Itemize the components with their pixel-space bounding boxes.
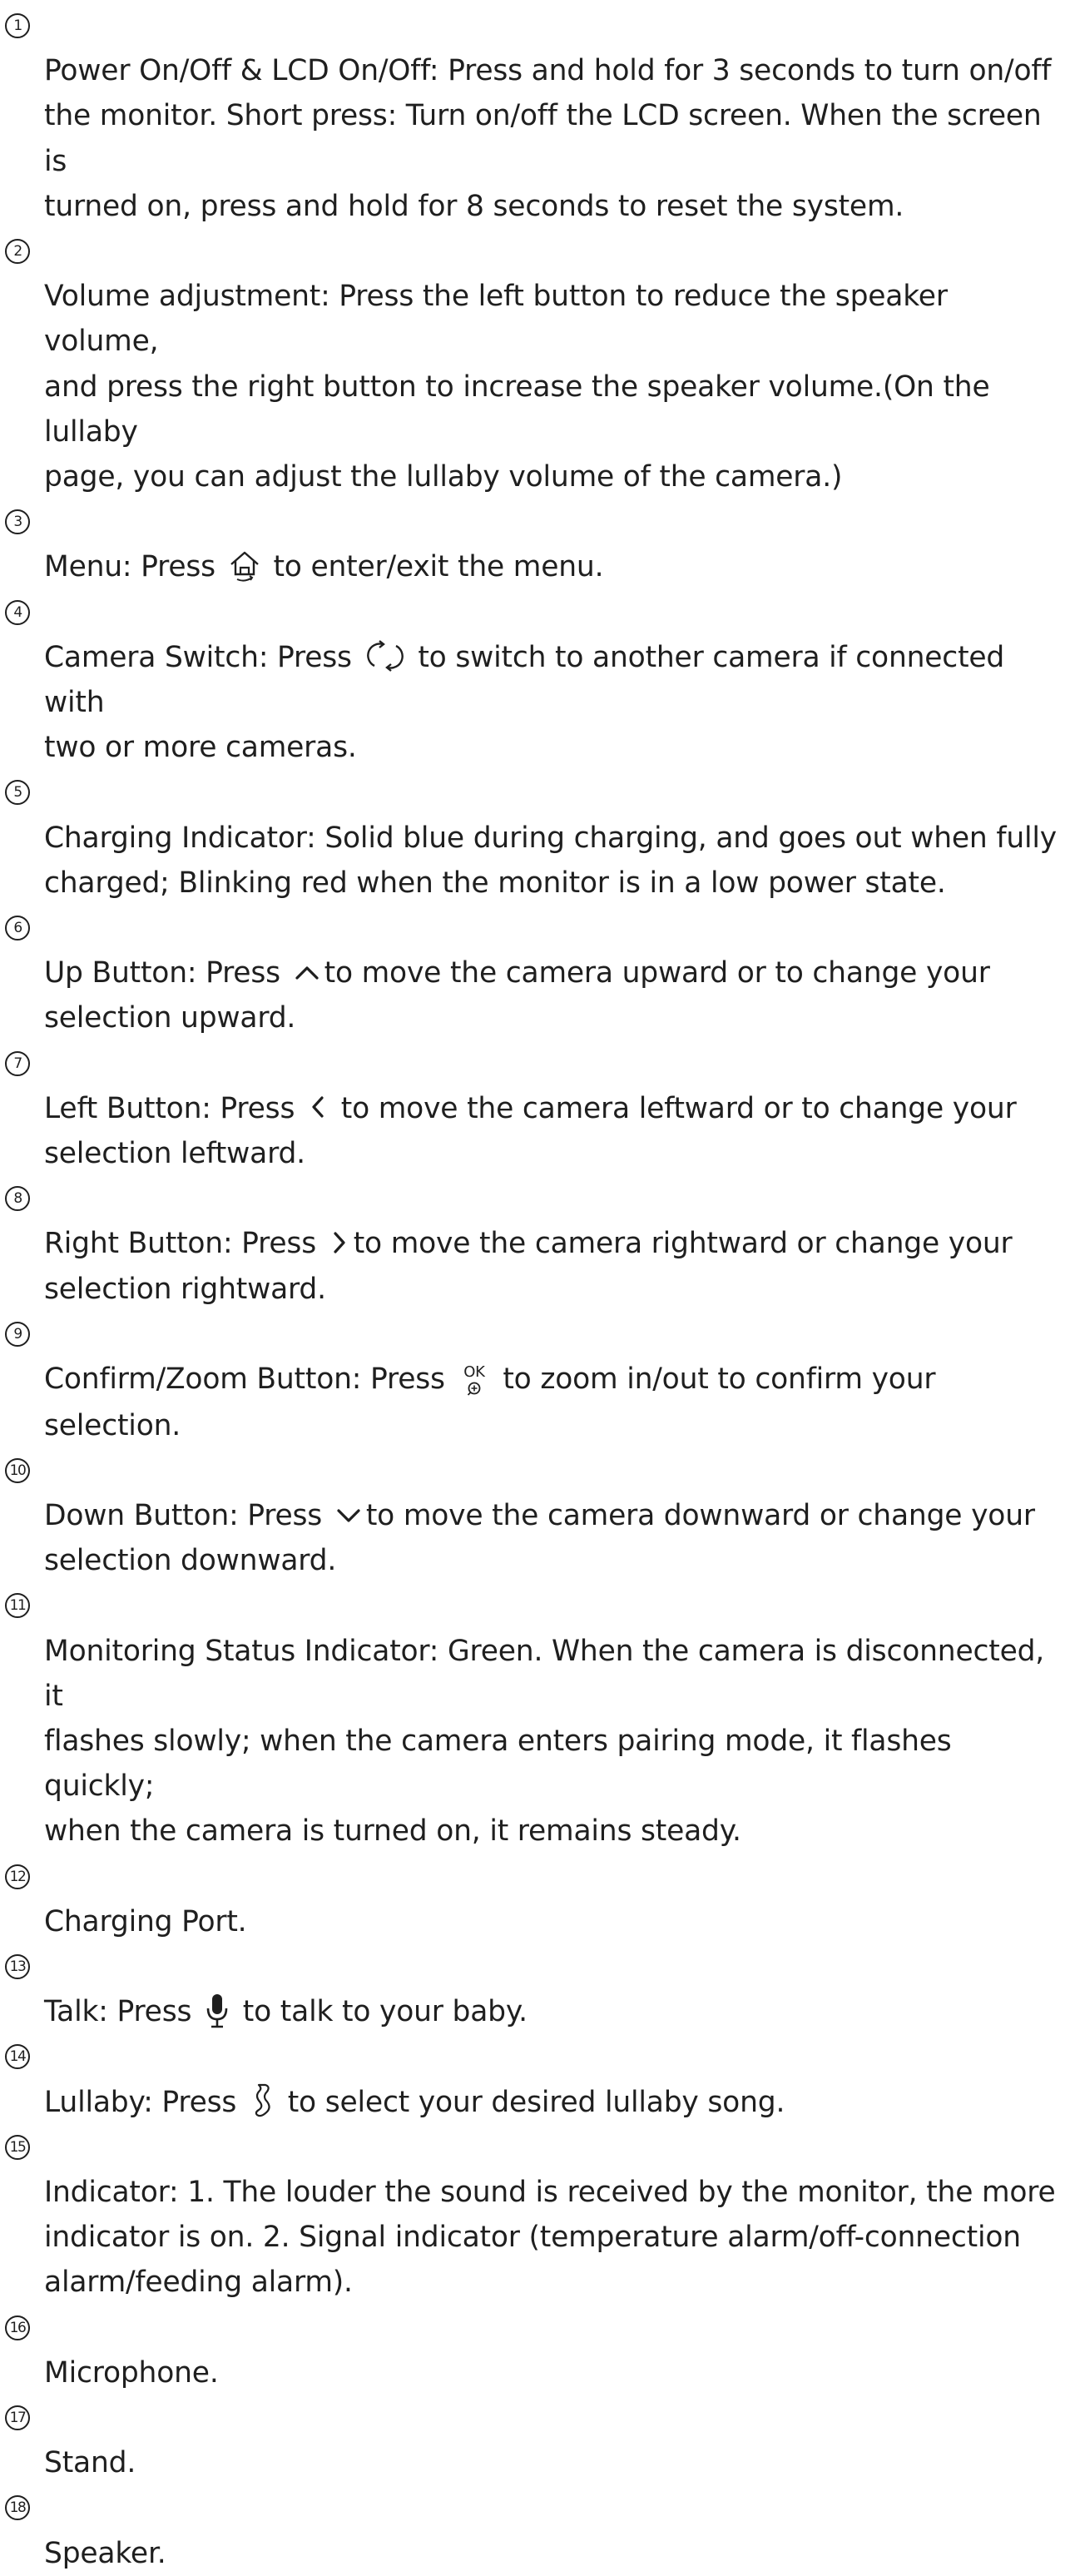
list-item-microphone: 16 Microphone. <box>0 2305 1065 2395</box>
item-number: 4 <box>5 599 30 625</box>
item-number: 16 <box>5 2315 30 2340</box>
item-text-before: Lullaby: Press <box>44 2085 245 2119</box>
list-item-left-button: 7 Left Button: Press to move the camera l… <box>0 1041 1065 1177</box>
item-number: 1 <box>5 13 30 38</box>
item-number: 14 <box>5 2044 30 2070</box>
switch-icon <box>364 638 406 674</box>
item-text: Speaker. <box>44 2536 166 2570</box>
list-item-volume: 2 Volume adjustment: Press the left butto… <box>0 229 1065 499</box>
chevron-down-icon <box>334 1502 363 1527</box>
list-item-menu: 3 Menu: Press to enter/exit the menu. <box>0 499 1065 589</box>
item-text-before: Left Button: Press <box>44 1091 304 1125</box>
ok-zoom-icon: OK <box>458 1358 491 1403</box>
item-text: Monitoring Status Indicator: Green. When… <box>44 1634 1045 1849</box>
item-text-before: Camera Switch: Press <box>44 640 361 674</box>
microphone-icon <box>204 1992 230 2030</box>
list-item-charging-indicator: 5 Charging Indicator: Solid blue during c… <box>0 770 1065 906</box>
list-item-camera-switch: 4 Camera Switch: Press to switch to anoth… <box>0 590 1065 771</box>
item-text-after: to select your desired lullaby song. <box>278 2085 785 2119</box>
item-number: 17 <box>5 2405 30 2431</box>
lullaby-icon <box>249 2082 275 2120</box>
home-icon <box>228 548 261 584</box>
item-text-before: Right Button: Press <box>44 1227 325 1261</box>
item-text-before: Confirm/Zoom Button: Press <box>44 1362 454 1397</box>
item-number: 3 <box>5 509 30 535</box>
item-number: 6 <box>5 916 30 941</box>
list-item-monitoring-status: 11 Monitoring Status Indicator: Green. Wh… <box>0 1583 1065 1854</box>
chevron-left-icon <box>307 1093 329 1121</box>
item-text-before: Down Button: Press <box>44 1499 331 1532</box>
ok-label: OK <box>463 1363 486 1381</box>
item-number: 8 <box>5 1186 30 1212</box>
list-item-stand: 17 Stand. <box>0 2395 1065 2485</box>
list-item-indicator: 15 Indicator: 1. The louder the sound is … <box>0 2125 1065 2305</box>
list-item-confirm-zoom: 9 Confirm/Zoom Button: Press OK to zoom i… <box>0 1312 1065 1448</box>
list-item-speaker: 18 Speaker. <box>0 2485 1065 2575</box>
instruction-list: 1 Power On/Off & LCD On/Off: Press and ho… <box>0 3 1065 2576</box>
item-text: Power On/Off & LCD On/Off: Press and hol… <box>44 54 1052 223</box>
item-text: Volume adjustment: Press the left button… <box>44 280 990 494</box>
list-item-lullaby: 14 Lullaby: Press to select your desired … <box>0 2034 1065 2124</box>
item-number: 5 <box>5 780 30 806</box>
chevron-right-icon <box>329 1228 350 1257</box>
item-text: Charging Indicator: Solid blue during ch… <box>44 821 1057 900</box>
list-item-charging-port: 12 Charging Port. <box>0 1854 1065 1944</box>
chevron-up-icon <box>293 960 321 985</box>
item-text: Stand. <box>44 2446 136 2480</box>
list-item-up-button: 6 Up Button: Press to move the camera upw… <box>0 906 1065 1041</box>
item-text-after: to talk to your baby. <box>234 1995 528 2029</box>
item-number: 18 <box>5 2495 30 2521</box>
item-number: 2 <box>5 239 30 265</box>
list-item-talk: 13 Talk: Press to talk to your baby. <box>0 1944 1065 2034</box>
item-number: 7 <box>5 1050 30 1076</box>
item-number: 13 <box>5 1954 30 1980</box>
list-item-power: 1 Power On/Off & LCD On/Off: Press and ho… <box>0 3 1065 229</box>
item-text-after: to enter/exit the menu. <box>264 550 604 584</box>
list-item-down-button: 10 Down Button: Press to move the camera … <box>0 1448 1065 1584</box>
item-text-before: Menu: Press <box>44 550 225 584</box>
item-text-before: Talk: Press <box>44 1995 201 2029</box>
item-text: Charging Port. <box>44 1904 247 1938</box>
item-text: Microphone. <box>44 2355 219 2390</box>
item-text: Indicator: 1. The louder the sound is re… <box>44 2176 1056 2300</box>
item-number: 15 <box>5 2134 30 2160</box>
item-number: 9 <box>5 1321 30 1347</box>
item-number: 11 <box>5 1593 30 1619</box>
item-text-before: Up Button: Press <box>44 956 290 990</box>
item-number: 12 <box>5 1864 30 1889</box>
list-item-right-button: 8 Right Button: Press to move the camera … <box>0 1176 1065 1312</box>
item-number: 10 <box>5 1457 30 1483</box>
